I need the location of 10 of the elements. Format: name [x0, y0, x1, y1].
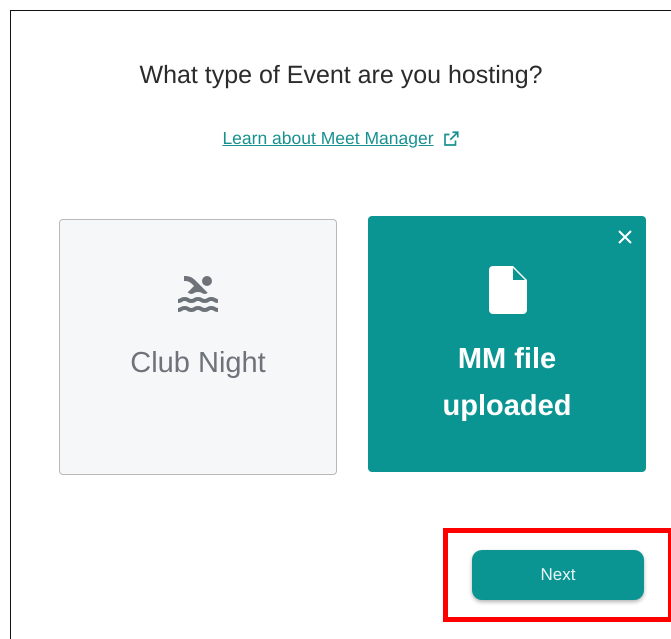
next-button[interactable]: Next	[472, 550, 644, 600]
event-type-card[interactable]: Club Night	[59, 219, 337, 475]
event-type-label: Club Night	[130, 346, 266, 381]
close-button[interactable]	[618, 230, 632, 244]
dialog-title: What type of Event are you hosting?	[139, 61, 542, 90]
external-link-icon	[442, 130, 460, 148]
event-type-card[interactable]: MM file uploaded	[368, 216, 646, 472]
event-type-label: MM file uploaded	[442, 342, 572, 424]
document-icon	[487, 266, 527, 314]
meet-manager-link[interactable]: Learn about Meet Manager	[222, 128, 460, 149]
